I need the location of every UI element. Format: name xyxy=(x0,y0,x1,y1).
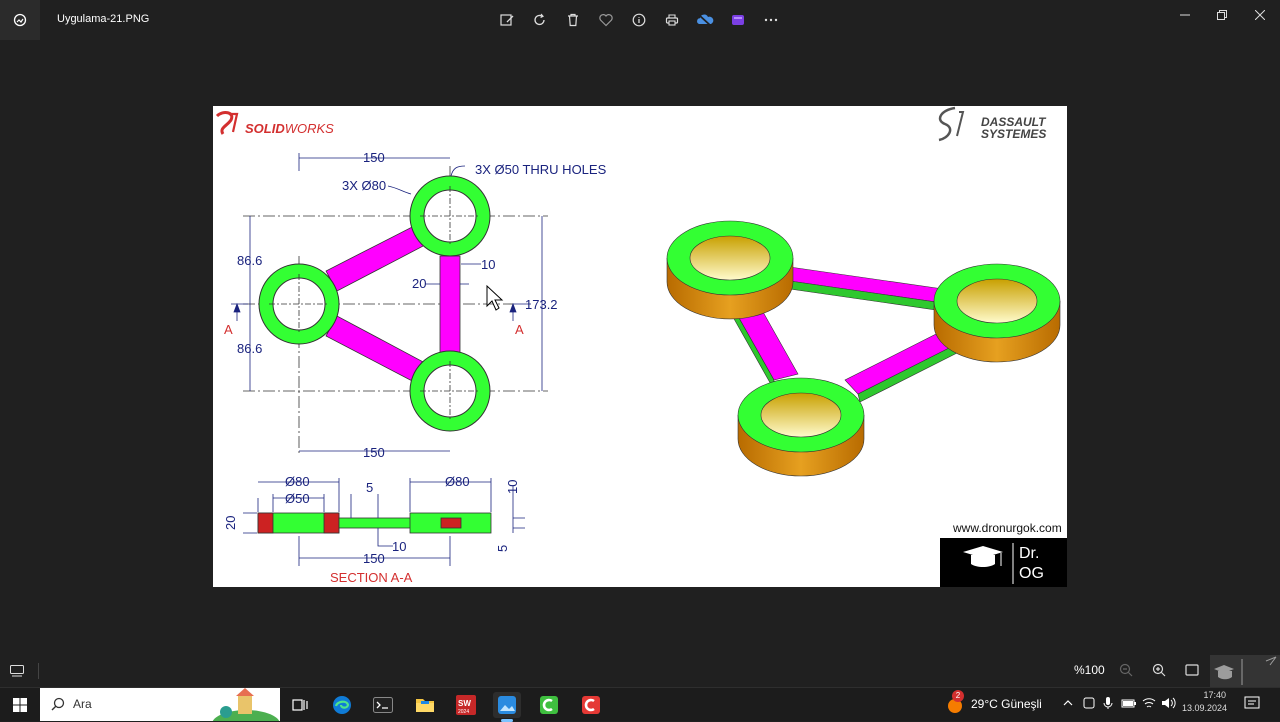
svg-text:5: 5 xyxy=(366,480,373,495)
solidworks-logo: SOLIDWORKS xyxy=(215,111,334,136)
svg-text:10: 10 xyxy=(481,257,495,272)
svg-text:Ø50: Ø50 xyxy=(285,491,310,506)
print-icon[interactable] xyxy=(655,4,688,36)
zoom-level[interactable]: %100 xyxy=(1074,663,1105,677)
svg-text:150: 150 xyxy=(363,445,385,460)
svg-text:20: 20 xyxy=(412,276,426,291)
svg-text:86.6: 86.6 xyxy=(237,341,262,356)
filmstrip-icon[interactable] xyxy=(10,664,24,682)
svg-text:A: A xyxy=(515,322,524,337)
svg-text:OG: OG xyxy=(1019,565,1044,582)
camtasia-red-icon[interactable] xyxy=(577,692,605,718)
dr-og-logo: Dr. OG xyxy=(940,538,1067,587)
solidworks-app-icon[interactable]: SW 2024 xyxy=(452,692,480,718)
photos-taskbar-icon[interactable] xyxy=(493,692,521,722)
weather-text[interactable]: 29°C Güneşli xyxy=(971,697,1042,711)
svg-text:20: 20 xyxy=(223,516,238,530)
ring-3d-right xyxy=(933,263,1061,363)
svg-text:2024: 2024 xyxy=(458,709,469,715)
svg-text:Ø80: Ø80 xyxy=(445,474,470,489)
window-title: Uygulama-21.PNG xyxy=(57,13,150,25)
svg-text:Dr.: Dr. xyxy=(1019,545,1039,562)
image-toolbar xyxy=(490,4,787,36)
favorite-icon[interactable] xyxy=(589,4,622,36)
microphone-icon[interactable] xyxy=(1101,696,1115,715)
rotate-icon[interactable] xyxy=(523,4,556,36)
ring-3d-bottom xyxy=(737,377,865,477)
svg-text:3X Ø80: 3X Ø80 xyxy=(342,178,386,193)
edge-icon[interactable] xyxy=(328,692,356,718)
ring-3d-top-left xyxy=(666,220,794,320)
section-a-a: Ø80 Ø50 5 Ø80 10 20 10 150 5 SECTION A-A xyxy=(223,474,525,585)
clock[interactable]: 17:40 13.09.2024 xyxy=(1182,689,1228,715)
edit-icon[interactable] xyxy=(490,4,523,36)
svg-text:3X Ø50 THRU HOLES: 3X Ø50 THRU HOLES xyxy=(475,162,607,177)
start-button[interactable] xyxy=(6,692,34,718)
search-highlight-illustration xyxy=(212,688,280,721)
clock-time: 17:40 xyxy=(1203,690,1226,700)
search-placeholder: Ara xyxy=(73,697,92,711)
battery-icon[interactable] xyxy=(1121,696,1137,715)
search-icon xyxy=(51,697,65,711)
fit-to-window-icon[interactable] xyxy=(1185,663,1199,682)
restore-button[interactable] xyxy=(1203,0,1241,30)
viewer-status-bar: %100 xyxy=(0,655,1280,687)
svg-text:SW: SW xyxy=(458,699,471,708)
svg-text:10: 10 xyxy=(392,539,406,554)
mouse-cursor-icon xyxy=(486,284,504,311)
svg-text:5: 5 xyxy=(495,545,510,552)
svg-text:SOLIDWORKS: SOLIDWORKS xyxy=(245,121,334,136)
info-icon[interactable] xyxy=(622,4,655,36)
website-label: www.dronurgok.com xyxy=(952,521,1062,535)
clock-date: 13.09.2024 xyxy=(1182,703,1228,713)
photos-app-icon[interactable] xyxy=(0,0,40,40)
svg-text:150: 150 xyxy=(363,150,385,165)
svg-text:SECTION A-A: SECTION A-A xyxy=(330,570,413,585)
camtasia-green-icon[interactable] xyxy=(535,692,563,718)
dr-og-watermark xyxy=(1210,655,1280,687)
taskbar-search[interactable]: Ara xyxy=(40,688,280,721)
volume-icon[interactable] xyxy=(1161,696,1177,715)
clipchamp-icon[interactable] xyxy=(721,4,754,36)
weather-icon[interactable]: 2 xyxy=(946,690,964,719)
svg-text:Ø80: Ø80 xyxy=(285,474,310,489)
more-icon[interactable] xyxy=(754,4,787,36)
zoom-in-icon[interactable] xyxy=(1152,663,1166,682)
show-hidden-icons-chevron-icon[interactable] xyxy=(1062,696,1074,714)
svg-text:173.2: 173.2 xyxy=(525,297,558,312)
minimize-button[interactable] xyxy=(1166,0,1204,30)
image-canvas[interactable]: SOLIDWORKS DASSAULT SYSTEMES 150 3X Ø50 … xyxy=(213,106,1067,587)
svg-text:150: 150 xyxy=(363,551,385,566)
top-view-drawing: 150 3X Ø50 THRU HOLES 3X Ø80 86.6 86.6 1… xyxy=(224,150,607,460)
zoom-out-icon[interactable] xyxy=(1119,663,1133,682)
onedrive-icon[interactable] xyxy=(688,4,721,36)
wifi-icon[interactable] xyxy=(1142,696,1156,715)
weather-badge: 2 xyxy=(952,690,964,702)
svg-text:86.6: 86.6 xyxy=(237,253,262,268)
file-explorer-icon[interactable] xyxy=(411,692,439,718)
notification-icon[interactable] xyxy=(1244,696,1260,715)
isometric-3d-view xyxy=(666,220,1061,477)
delete-icon[interactable] xyxy=(556,4,589,36)
close-button[interactable] xyxy=(1241,0,1279,30)
svg-text:A: A xyxy=(224,322,233,337)
terminal-icon[interactable] xyxy=(369,692,397,718)
svg-text:SYSTEMES: SYSTEMES xyxy=(981,127,1046,141)
title-bar: Uygulama-21.PNG xyxy=(0,0,1280,40)
svg-text:10: 10 xyxy=(505,480,520,494)
tray-app-icon[interactable] xyxy=(1082,696,1096,715)
task-view-icon[interactable] xyxy=(286,692,314,718)
windows-taskbar: Ara SW 2024 2 29°C Güneşli 17:40 13.09.2… xyxy=(0,687,1280,722)
dassault-systemes-logo: DASSAULT SYSTEMES xyxy=(938,106,1047,142)
